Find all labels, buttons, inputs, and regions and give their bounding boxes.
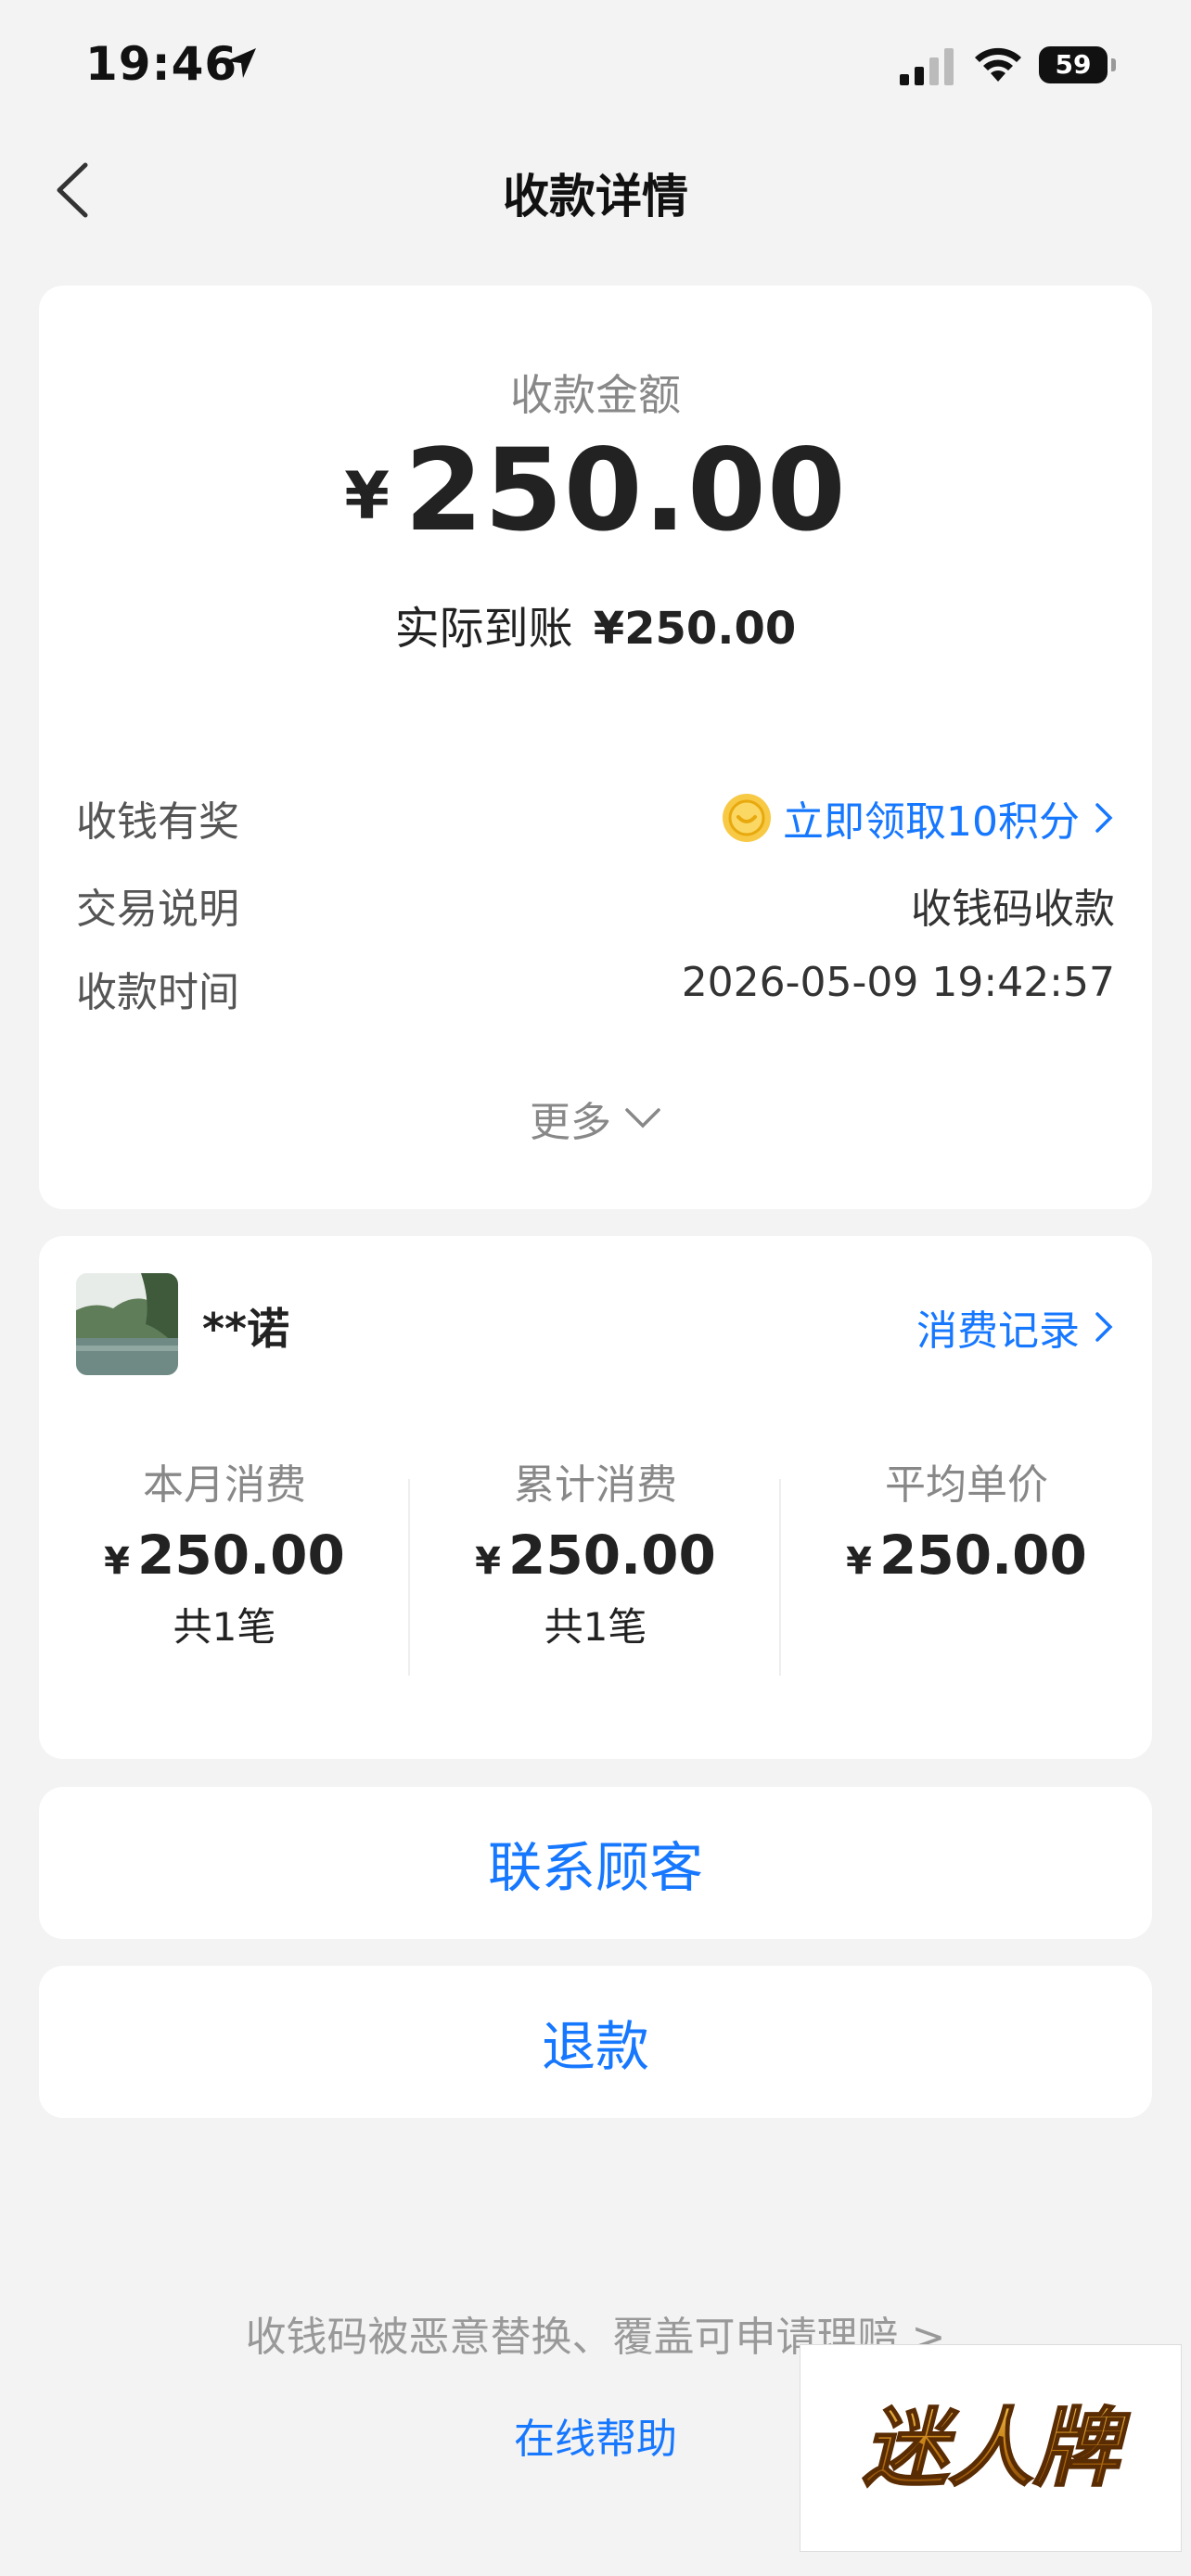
refund-label: 退款 xyxy=(541,2015,649,2078)
stat-average: 平均单价 ¥250.00 xyxy=(781,1451,1152,1587)
amount-value: 250.00 xyxy=(403,425,847,556)
amount-display: ¥250.00 xyxy=(39,425,1152,556)
customer-name: **诺 xyxy=(202,1304,290,1354)
contact-customer-button[interactable]: 联系顾客 xyxy=(39,1787,1152,1939)
customer-stats: 本月消费 ¥250.00 共1笔 累计消费 ¥250.00 共1笔 平均单价 ¥… xyxy=(39,1451,1152,1676)
status-time: 19:46 xyxy=(85,37,238,91)
settled-amount: 实际到账 ¥250.00 xyxy=(39,592,1152,657)
status-bar: 19:46 59 xyxy=(0,0,1191,139)
refund-button[interactable]: 退款 xyxy=(39,1966,1152,2118)
stat-currency-symbol: ¥ xyxy=(104,1540,130,1583)
stat-label: 累计消费 xyxy=(514,1461,677,1509)
claim-points-link[interactable]: 立即领取10积分 xyxy=(722,788,1115,848)
payment-summary-card: 收款金额 ¥250.00 实际到账 ¥250.00 收钱有奖 立即领取10积分 交… xyxy=(39,286,1152,1209)
consumption-records-link[interactable]: 消费记录 xyxy=(916,1297,1115,1357)
wifi-icon xyxy=(975,47,1021,82)
stat-amount: 250.00 xyxy=(508,1524,716,1587)
detail-value: 2026-05-09 19:42:57 xyxy=(681,959,1115,1006)
battery-tip xyxy=(1111,58,1116,71)
page-title: 收款详情 xyxy=(503,170,688,223)
stat-count: 共1笔 xyxy=(173,1604,276,1650)
customer-avatar[interactable] xyxy=(76,1273,178,1375)
detail-row-description: 交易说明 收钱码收款 xyxy=(76,875,1115,940)
watermark-logo: 迷人牌 xyxy=(800,2344,1182,2552)
stat-total: 累计消费 ¥250.00 共1笔 xyxy=(410,1451,781,1652)
location-arrow-icon xyxy=(226,48,256,78)
stat-amount: 250.00 xyxy=(879,1524,1087,1587)
detail-row-time: 收款时间 2026-05-09 19:42:57 xyxy=(76,959,1115,1024)
amount-label: 收款金额 xyxy=(510,370,681,420)
detail-row-reward: 收钱有奖 立即领取10积分 xyxy=(76,788,1115,853)
battery-indicator: 59 xyxy=(1039,46,1116,83)
detail-label: 收钱有奖 xyxy=(76,798,239,846)
stat-currency-symbol: ¥ xyxy=(475,1540,501,1583)
settled-value: ¥250.00 xyxy=(593,603,797,655)
svg-text:迷人牌: 迷人牌 xyxy=(863,2399,1131,2498)
currency-symbol: ¥ xyxy=(344,458,390,534)
stat-monthly: 本月消费 ¥250.00 共1笔 xyxy=(39,1451,410,1652)
cellular-signal-icon xyxy=(900,48,954,85)
stat-label: 本月消费 xyxy=(143,1461,306,1509)
stat-count: 共1笔 xyxy=(544,1604,647,1650)
stat-value: ¥250.00 xyxy=(410,1524,781,1587)
watermark-logo-graphic: 迷人牌 xyxy=(862,2398,1132,2499)
detail-label: 收款时间 xyxy=(76,969,239,1016)
stat-label: 平均单价 xyxy=(885,1461,1048,1509)
battery-level: 59 xyxy=(1039,46,1108,83)
detail-value: 收钱码收款 xyxy=(911,886,1115,933)
settled-label: 实际到账 xyxy=(394,603,573,655)
chevron-right-icon xyxy=(1095,803,1113,833)
chevron-down-icon xyxy=(625,1108,660,1129)
contact-customer-label: 联系顾客 xyxy=(487,1836,703,1899)
more-toggle[interactable]: 更多 xyxy=(39,1089,1152,1148)
nav-bar: 收款详情 xyxy=(0,139,1191,241)
gold-coin-icon xyxy=(723,794,771,842)
chevron-right-icon xyxy=(1095,1312,1113,1342)
claim-points-label: 立即领取10积分 xyxy=(783,798,1080,846)
stat-value: ¥250.00 xyxy=(781,1524,1152,1587)
stat-value: ¥250.00 xyxy=(39,1524,410,1587)
more-label: 更多 xyxy=(530,1099,611,1146)
detail-label: 交易说明 xyxy=(76,886,239,933)
records-label: 消费记录 xyxy=(916,1307,1080,1355)
stat-currency-symbol: ¥ xyxy=(846,1540,872,1583)
stat-amount: 250.00 xyxy=(137,1524,345,1587)
customer-card: **诺 消费记录 本月消费 ¥250.00 共1笔 累计消费 ¥250.00 共… xyxy=(39,1236,1152,1759)
